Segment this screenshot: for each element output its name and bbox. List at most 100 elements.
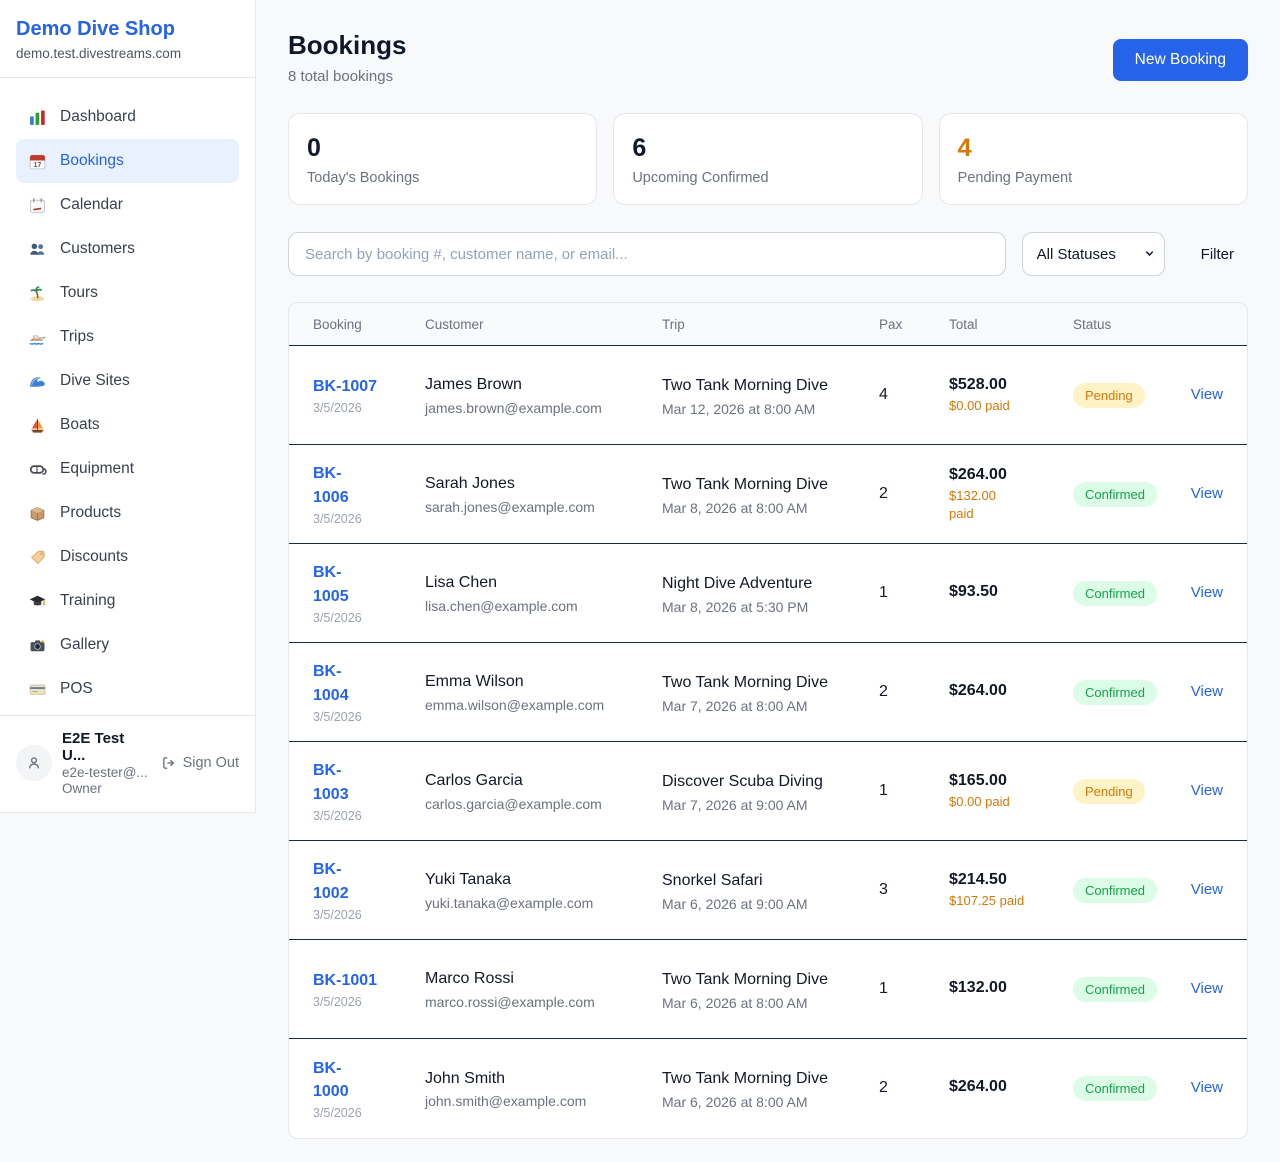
table-row: BK-10043/5/2026 Emma Wilsonemma.wilson@e… — [289, 643, 1247, 742]
view-link[interactable]: View — [1191, 584, 1223, 601]
view-link[interactable]: View — [1191, 1079, 1223, 1096]
table-row: BK-10003/5/2026 John Smithjohn.smith@exa… — [289, 1039, 1247, 1138]
booking-id-link[interactable]: BK-1002 — [313, 858, 357, 904]
sidebar-item-label: Dashboard — [60, 108, 136, 126]
customer-name: John Smith — [425, 1068, 654, 1090]
trip-name: Two Tank Morning Dive — [662, 374, 834, 398]
view-link[interactable]: View — [1191, 881, 1223, 898]
avatar — [16, 745, 52, 781]
status-badge: Confirmed — [1073, 1076, 1157, 1101]
paid-amount: $107.25 paid — [949, 892, 1065, 910]
customer-email: john.smith@example.com — [425, 1093, 654, 1109]
booking-id-link[interactable]: BK-1005 — [313, 561, 357, 607]
stat-value: 0 — [307, 134, 578, 163]
customer-email: carlos.garcia@example.com — [425, 796, 654, 812]
sidebar-item-gallery[interactable]: Gallery — [16, 623, 239, 667]
sidebar-item-label: Dive Sites — [60, 372, 130, 390]
sidebar-item-tours[interactable]: Tours — [16, 271, 239, 315]
booking-id-link[interactable]: BK-1001 — [313, 969, 377, 992]
package-icon — [28, 504, 47, 523]
customer-email: sarah.jones@example.com — [425, 499, 654, 515]
trip-datetime: Mar 7, 2026 at 9:00 AM — [662, 797, 871, 813]
status-badge: Confirmed — [1073, 977, 1157, 1002]
view-link[interactable]: View — [1191, 386, 1223, 403]
customer-name: James Brown — [425, 374, 654, 396]
trip-datetime: Mar 7, 2026 at 8:00 AM — [662, 698, 871, 714]
trip-datetime: Mar 8, 2026 at 5:30 PM — [662, 599, 871, 615]
total-amount: $528.00 — [949, 376, 1065, 394]
sidebar-item-calendar[interactable]: Calendar — [16, 183, 239, 227]
customer-email: lisa.chen@example.com — [425, 598, 654, 614]
sidebar-item-label: Products — [60, 504, 121, 522]
status-badge: Pending — [1073, 383, 1145, 408]
pax-count: 2 — [879, 643, 949, 742]
view-link[interactable]: View — [1191, 980, 1223, 997]
booking-id-link[interactable]: BK-1007 — [313, 375, 377, 398]
sidebar-item-dashboard[interactable]: Dashboard — [16, 95, 239, 139]
trip-datetime: Mar 12, 2026 at 8:00 AM — [662, 401, 871, 417]
total-amount: $93.50 — [949, 583, 1065, 601]
sidebar-item-dive-sites[interactable]: Dive Sites — [16, 359, 239, 403]
view-link[interactable]: View — [1191, 782, 1223, 799]
trip-datetime: Mar 6, 2026 at 8:00 AM — [662, 1094, 871, 1110]
diving-mask-icon — [28, 460, 47, 479]
col-header-status: Status — [1073, 303, 1173, 346]
customer-email: marco.rossi@example.com — [425, 994, 654, 1010]
sign-out-label: Sign Out — [183, 755, 239, 771]
sign-out-button[interactable]: Sign Out — [161, 755, 239, 771]
table-row: BK-10023/5/2026 Yuki Tanakayuki.tanaka@e… — [289, 841, 1247, 940]
status-badge: Confirmed — [1073, 680, 1157, 705]
status-select[interactable]: All Statuses — [1022, 232, 1165, 276]
sidebar: Demo Dive Shop demo.test.divestreams.com… — [0, 0, 256, 813]
booking-id-link[interactable]: BK-1000 — [313, 1057, 357, 1103]
paid-amount: $0.00 paid — [949, 793, 1065, 811]
table-row: BK-10073/5/2026 James Brownjames.brown@e… — [289, 346, 1247, 445]
booking-id-link[interactable]: BK-1004 — [313, 660, 357, 706]
view-link[interactable]: View — [1191, 485, 1223, 502]
trip-name: Night Dive Adventure — [662, 572, 834, 596]
bookings-table-card: Booking Customer Trip Pax Total Status B… — [288, 302, 1248, 1139]
sidebar-item-products[interactable]: Products — [16, 491, 239, 535]
customer-email: james.brown@example.com — [425, 400, 654, 416]
status-badge: Confirmed — [1073, 878, 1157, 903]
wave-icon — [28, 372, 47, 391]
sidebar-item-trips[interactable]: Trips — [16, 315, 239, 359]
new-booking-button[interactable]: New Booking — [1113, 39, 1248, 81]
col-header-total: Total — [949, 303, 1073, 346]
booking-id-link[interactable]: BK-1006 — [313, 462, 357, 508]
booking-date: 3/5/2026 — [313, 908, 417, 922]
paid-amount: $132.00 paid — [949, 487, 1011, 522]
user-email: e2e-tester@... — [62, 765, 151, 780]
sidebar-item-training[interactable]: Training — [16, 579, 239, 623]
sidebar-user-section: E2E Test U... e2e-tester@... Owner Sign … — [0, 715, 255, 812]
booking-date: 3/5/2026 — [313, 611, 417, 625]
trip-name: Two Tank Morning Dive — [662, 671, 834, 695]
booking-date: 3/5/2026 — [313, 710, 417, 724]
sidebar-item-pos[interactable]: POS — [16, 667, 239, 711]
customer-email: yuki.tanaka@example.com — [425, 895, 654, 911]
graduation-cap-icon — [28, 592, 47, 611]
sidebar-item-boats[interactable]: Boats — [16, 403, 239, 447]
sidebar-item-label: POS — [60, 680, 93, 698]
trip-name: Two Tank Morning Dive — [662, 1067, 834, 1091]
user-role: Owner — [62, 781, 151, 796]
filter-button[interactable]: Filter — [1201, 246, 1234, 263]
stat-label: Pending Payment — [958, 170, 1229, 186]
sidebar-item-bookings[interactable]: 17 Bookings — [16, 139, 239, 183]
pax-count: 1 — [879, 742, 949, 841]
trip-name: Two Tank Morning Dive — [662, 968, 834, 992]
calendar-date-icon: 17 — [28, 152, 47, 171]
search-input[interactable] — [288, 232, 1006, 276]
trip-name: Snorkel Safari — [662, 869, 834, 893]
view-link[interactable]: View — [1191, 683, 1223, 700]
customer-name: Emma Wilson — [425, 671, 654, 693]
sidebar-item-discounts[interactable]: Discounts — [16, 535, 239, 579]
sidebar-item-equipment[interactable]: Equipment — [16, 447, 239, 491]
pax-count: 1 — [879, 940, 949, 1039]
booking-id-link[interactable]: BK-1003 — [313, 759, 357, 805]
sidebar-item-customers[interactable]: Customers — [16, 227, 239, 271]
total-amount: $264.00 — [949, 466, 1065, 484]
sign-out-icon — [161, 755, 177, 771]
trip-name: Discover Scuba Diving — [662, 770, 834, 794]
sidebar-item-label: Calendar — [60, 196, 123, 214]
